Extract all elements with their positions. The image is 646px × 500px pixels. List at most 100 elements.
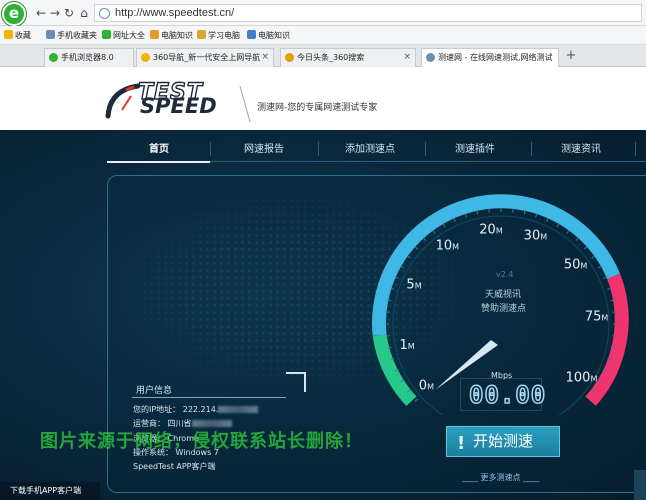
- favorite-item[interactable]: 学习电脑: [197, 29, 240, 42]
- gauge-tick: [432, 229, 436, 234]
- gauge-tick: [400, 265, 405, 269]
- gauge-tick: [476, 210, 479, 215]
- user-info-browser: 浏览器： Chrome: [133, 434, 199, 443]
- favorite-item[interactable]: 电脑知识: [150, 29, 193, 42]
- gauge-tick: [591, 255, 596, 259]
- gauge-tick: [535, 213, 538, 218]
- bn-icon: [247, 30, 256, 39]
- gauge-tick: [566, 229, 570, 234]
- gauge-provider-note: 赞助测速点: [481, 304, 527, 314]
- favorite-item[interactable]: 手机收藏夹: [46, 29, 97, 42]
- menu-separator: [531, 142, 532, 156]
- refresh-button[interactable]: ↻: [62, 6, 76, 20]
- globe-icon: [99, 8, 110, 19]
- start-test-button[interactable]: ! 开始测速: [446, 426, 560, 457]
- gauge-label: 100M: [566, 370, 598, 385]
- user-info-os: 操作系统： Windows 7: [133, 448, 219, 457]
- menu-item-add-node[interactable]: 添加测速点: [345, 140, 395, 155]
- site-tagline: 测速网-您的专属网速测试专家: [257, 103, 378, 113]
- gauge-tick: [390, 287, 395, 290]
- redacted-isp: [191, 420, 232, 427]
- home-button[interactable]: ⌂: [77, 6, 91, 20]
- close-tab-icon[interactable]: ×: [403, 49, 411, 66]
- user-info-divider: [132, 397, 286, 398]
- logo-divider: [239, 85, 251, 123]
- menu-item-plugin[interactable]: 测速插件: [455, 140, 495, 155]
- site-header: [0, 68, 646, 130]
- menu-separator: [425, 142, 426, 156]
- favorites-bar: 收藏 手机收藏夹 网址大全 电脑知识 学习电脑 电脑知识: [0, 26, 646, 45]
- browser-logo-icon[interactable]: e: [2, 2, 26, 26]
- gauge-tick: [583, 246, 588, 250]
- new-tab-button[interactable]: +: [563, 48, 579, 64]
- menu-separator: [318, 142, 319, 156]
- gauge-label: 20M: [479, 223, 503, 238]
- gauge-tick: [387, 299, 392, 302]
- gauge-label: 75M: [585, 310, 609, 325]
- gauge-label: 10M: [436, 238, 460, 253]
- tab-active[interactable]: 测速网 - 在线网速测试,网络测试: [421, 48, 559, 67]
- tab[interactable]: 手机浏览器8.0: [44, 48, 134, 67]
- side-scroll-tab[interactable]: [634, 470, 646, 500]
- gauge-tick: [546, 217, 549, 222]
- gauge-tick: [464, 213, 467, 218]
- menu-item-home[interactable]: 首页: [149, 140, 169, 155]
- gauge-tick: [556, 223, 560, 228]
- exclamation-icon: !: [457, 433, 466, 454]
- more-nodes-link[interactable]: ____ 更多测速点 ____: [462, 472, 539, 483]
- gauge-tick: [414, 246, 419, 250]
- gauge-tick: [523, 210, 526, 215]
- favorite-item[interactable]: 电脑知识: [247, 29, 290, 42]
- favorite-item[interactable]: 收藏: [4, 29, 31, 42]
- menu-item-report[interactable]: 网速报告: [244, 140, 284, 155]
- folder-icon: [150, 30, 159, 39]
- gauge-label: 1M: [400, 338, 415, 353]
- tab-bar: 手机浏览器8.0 360导航_新一代安全上网导航 × 今日头条_360搜索 × 测速…: [0, 45, 646, 67]
- url-text: http://www.speedtest.cn/: [115, 7, 235, 19]
- menu-active-indicator: [107, 161, 210, 163]
- ie-icon: [102, 30, 111, 39]
- gauge-label: 0M: [419, 378, 434, 393]
- tab-favicon-icon: [426, 53, 435, 62]
- gauge-label: 50M: [564, 258, 588, 273]
- menu-item-news[interactable]: 测速资讯: [561, 140, 601, 155]
- close-tab-icon[interactable]: ×: [261, 49, 269, 66]
- user-info-title: 用户信息: [136, 386, 173, 396]
- gauge-tick: [597, 265, 602, 269]
- address-bar: e ← → ↻ ⌂ http://www.speedtest.cn/: [0, 0, 646, 26]
- star-icon: [4, 30, 13, 39]
- gauge-tick: [406, 255, 411, 259]
- logo-speed-text: SPEED: [140, 94, 217, 118]
- gauge-tick: [453, 217, 456, 222]
- back-button[interactable]: ←: [34, 6, 48, 20]
- menu-separator: [210, 142, 211, 156]
- gauge-tick: [414, 398, 419, 402]
- gauge-label: 30M: [524, 228, 548, 243]
- gauge-tick: [442, 223, 446, 228]
- gauge-tick: [575, 237, 579, 242]
- gauge-provider-name: 天威视讯: [485, 290, 522, 300]
- info-box-corner: [286, 372, 306, 392]
- forward-button[interactable]: →: [48, 6, 62, 20]
- tab[interactable]: 今日头条_360搜索 ×: [280, 48, 416, 67]
- menu-separator: [635, 142, 636, 156]
- gauge-version: v2.4: [496, 270, 514, 279]
- tab[interactable]: 360导航_新一代安全上网导航 ×: [136, 48, 274, 67]
- speed-readout: 00.00: [468, 380, 547, 410]
- redacted-ip: [218, 406, 259, 413]
- main-menu: 首页 网速报告 添加测速点 测速插件 测速资讯: [107, 136, 646, 162]
- start-test-label: 开始测速: [472, 432, 533, 450]
- tab-favicon-icon: [285, 53, 294, 62]
- app-client-link[interactable]: SpeedTest APP客户端: [133, 461, 216, 472]
- favorite-item[interactable]: 网址大全: [102, 29, 145, 42]
- bulb-icon: [197, 30, 206, 39]
- gauge-tick: [423, 237, 427, 242]
- gauge-label: 5M: [406, 277, 421, 292]
- tab-favicon-icon: [49, 53, 58, 62]
- url-input[interactable]: http://www.speedtest.cn/: [94, 4, 642, 22]
- user-info-ip: 您的IP地址： 222.214.: [133, 404, 259, 415]
- tab-favicon-icon: [141, 53, 150, 62]
- phone-icon: [46, 30, 55, 39]
- download-app-button[interactable]: 下载手机APP客户端: [0, 482, 100, 500]
- gauge-tick: [394, 276, 399, 279]
